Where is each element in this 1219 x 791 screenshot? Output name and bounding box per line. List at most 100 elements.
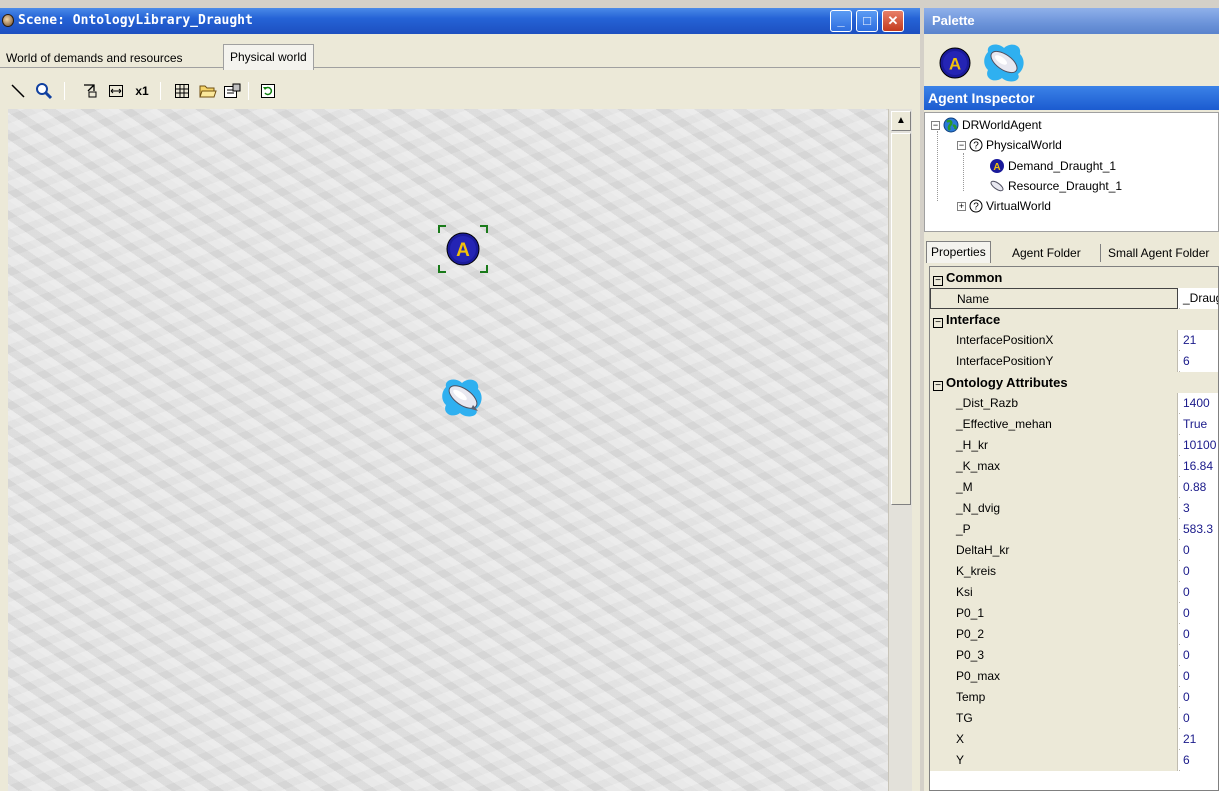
collapse-icon[interactable]: − <box>933 381 943 391</box>
property-row[interactable]: _Effective_mehan True <box>930 414 1218 435</box>
tab-agent-folder[interactable]: Agent Folder <box>1008 243 1085 263</box>
property-value[interactable]: 0 <box>1180 708 1218 729</box>
question-icon: ? <box>969 138 983 152</box>
property-value[interactable]: _Draught <box>1180 288 1218 309</box>
property-row[interactable]: Ksi 0 <box>930 582 1218 603</box>
property-grid[interactable]: −Common Name _Draught −Interface Interfa… <box>929 266 1219 791</box>
property-row[interactable]: _K_max 16.84 <box>930 456 1218 477</box>
property-row[interactable]: _N_dvig 3 <box>930 498 1218 519</box>
property-value[interactable]: 0 <box>1180 603 1218 624</box>
property-value[interactable]: 0 <box>1180 561 1218 582</box>
property-name: Ksi <box>930 582 1178 603</box>
open-folder-icon[interactable] <box>198 81 218 101</box>
agent-tree[interactable]: − DRWorldAgent − ? PhysicalWorld A Deman… <box>924 112 1219 232</box>
property-row[interactable]: TG 0 <box>930 708 1218 729</box>
property-value[interactable]: 0 <box>1180 687 1218 708</box>
property-value[interactable]: 16.84 <box>1180 456 1218 477</box>
property-value[interactable]: 0 <box>1180 582 1218 603</box>
property-value[interactable]: 6 <box>1180 351 1218 372</box>
property-row[interactable]: P0_2 0 <box>930 624 1218 645</box>
collapse-icon[interactable]: − <box>957 140 966 150</box>
property-value[interactable]: 1400 <box>1180 393 1218 414</box>
property-row[interactable]: P0_max 0 <box>930 666 1218 687</box>
property-row[interactable]: InterfacePositionY 6 <box>930 351 1218 372</box>
tab-world-of-demands[interactable]: World of demands and resources <box>0 47 189 69</box>
property-row[interactable]: Y6 <box>930 750 1218 771</box>
property-value[interactable]: 21 <box>1180 330 1218 351</box>
property-value[interactable]: 0 <box>1180 540 1218 561</box>
minimize-button[interactable]: _ <box>830 10 852 32</box>
scene-vertical-scrollbar[interactable]: ▲ <box>888 109 912 791</box>
fit-icon[interactable] <box>80 81 100 101</box>
collapse-icon[interactable]: − <box>933 276 943 286</box>
property-value[interactable]: True <box>1180 414 1218 435</box>
tree-item-demand[interactable]: A Demand_Draught_1 <box>989 157 1116 175</box>
property-value[interactable]: 583.3 <box>1180 519 1218 540</box>
property-value[interactable]: 0 <box>1180 645 1218 666</box>
property-row[interactable]: InterfacePositionX 21 <box>930 330 1218 351</box>
tree-item-virtual-world[interactable]: + ? VirtualWorld <box>957 197 1051 215</box>
category-common[interactable]: − Common <box>930 267 1218 288</box>
scene-canvas[interactable]: A <box>8 109 888 791</box>
grid-icon[interactable] <box>172 81 192 101</box>
inspector-titlebar[interactable]: Agent Inspector <box>924 86 1219 110</box>
property-row[interactable]: _Dist_Razb 1400 <box>930 393 1218 414</box>
property-row[interactable]: DeltaH_kr 0 <box>930 540 1218 561</box>
properties-icon[interactable] <box>222 81 242 101</box>
property-value[interactable]: 0 <box>1180 666 1218 687</box>
demand-agent-node[interactable]: A <box>438 225 488 273</box>
refresh-icon[interactable] <box>258 81 278 101</box>
property-name: Name <box>930 288 1178 309</box>
property-name: TG <box>930 708 1178 729</box>
collapse-icon[interactable]: − <box>933 318 943 328</box>
property-row[interactable]: X 21 <box>930 729 1218 750</box>
property-row[interactable]: Name _Draught <box>930 288 1218 309</box>
fit-width-icon[interactable] <box>106 81 126 101</box>
palette-demand-agent-icon[interactable]: A <box>938 46 972 80</box>
property-value[interactable]: 6 <box>1180 750 1218 771</box>
property-value[interactable]: 10100 <box>1180 435 1218 456</box>
zoom-icon[interactable] <box>34 81 54 101</box>
scene-title: Scene: OntologyLibrary_Draught <box>18 13 253 28</box>
scene-tabs: World of demands and resources Physical … <box>0 44 920 70</box>
property-row[interactable]: _H_kr 10100 <box>930 435 1218 456</box>
property-row[interactable]: Temp 0 <box>930 687 1218 708</box>
scroll-up-arrow-icon[interactable]: ▲ <box>891 111 911 131</box>
expand-icon[interactable]: + <box>957 201 966 211</box>
tree-item-root[interactable]: − DRWorldAgent <box>931 116 1042 134</box>
property-row[interactable]: P0_1 0 <box>930 603 1218 624</box>
close-button[interactable]: ✕ <box>882 10 904 32</box>
property-row[interactable]: K_kreis 0 <box>930 561 1218 582</box>
tree-item-resource[interactable]: Resource_Draught_1 <box>989 177 1122 195</box>
property-name: P0_3 <box>930 645 1178 666</box>
scene-titlebar[interactable]: Scene: OntologyLibrary_Draught _ □ ✕ <box>0 8 920 34</box>
property-name: Temp <box>930 687 1178 708</box>
tab-physical-world[interactable]: Physical world <box>223 44 314 70</box>
demand-agent-icon: A <box>990 159 1004 173</box>
globe-icon <box>943 117 959 133</box>
tree-item-physical-world[interactable]: − ? PhysicalWorld <box>957 136 1062 154</box>
property-row[interactable]: _M 0.88 <box>930 477 1218 498</box>
category-ontology-attributes[interactable]: − Ontology Attributes <box>930 372 1218 393</box>
scroll-thumb[interactable] <box>891 133 911 505</box>
maximize-button[interactable]: □ <box>856 10 878 32</box>
property-row[interactable]: P0_3 0 <box>930 645 1218 666</box>
palette-titlebar[interactable]: Palette <box>924 8 1219 34</box>
palette-resource-agent-icon[interactable] <box>982 42 1026 84</box>
property-name: InterfacePositionX <box>930 330 1178 351</box>
resource-agent-node[interactable] <box>440 375 486 421</box>
property-name: K_kreis <box>930 561 1178 582</box>
property-name: P0_1 <box>930 603 1178 624</box>
collapse-icon[interactable]: − <box>931 120 940 130</box>
line-tool-icon[interactable] <box>8 81 28 101</box>
property-value[interactable]: 3 <box>1180 498 1218 519</box>
property-row[interactable]: _P 583.3 <box>930 519 1218 540</box>
property-name: X <box>930 729 1178 750</box>
category-interface[interactable]: − Interface <box>930 309 1218 330</box>
scale-1x-icon[interactable]: x1 <box>132 81 152 101</box>
property-value[interactable]: 21 <box>1180 729 1218 750</box>
property-value[interactable]: 0 <box>1180 624 1218 645</box>
tab-small-agent-folder[interactable]: Small Agent Folder <box>1104 243 1213 263</box>
property-value[interactable]: 0.88 <box>1180 477 1218 498</box>
tab-properties[interactable]: Properties <box>926 241 991 263</box>
